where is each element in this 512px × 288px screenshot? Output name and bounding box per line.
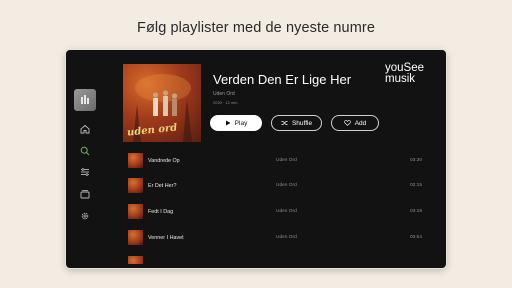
add-label: Add — [354, 119, 367, 127]
track-thumbnail — [128, 153, 143, 168]
track-row[interactable]: Venner I Havet Uden Ord 03:54 — [104, 230, 446, 248]
heart-icon — [343, 120, 351, 126]
track-row-partial[interactable] — [104, 256, 446, 264]
track-thumbnail — [128, 230, 143, 245]
bars-icon — [81, 95, 89, 104]
home-icon[interactable] — [79, 123, 91, 135]
track-artist: Uden Ord — [276, 158, 297, 163]
track-name: Venner I Havet — [148, 235, 184, 241]
track-name: Fedt I Dag — [148, 209, 174, 215]
track-duration: 03:30 — [410, 158, 423, 163]
track-thumbnail — [128, 204, 143, 219]
sidebar — [66, 50, 104, 268]
shuffle-label: Shuffle — [291, 119, 313, 127]
play-icon — [225, 120, 231, 126]
play-label: Play — [234, 119, 248, 127]
brand-logo: youSee musik — [385, 62, 424, 85]
album-artist: Uden Ord — [213, 91, 235, 97]
track-row[interactable]: Fedt I Dag Uden Ord 03:18 — [104, 204, 446, 222]
track-row[interactable]: Er Det Her? Uden Ord 02:15 — [104, 178, 446, 196]
track-artist: Uden Ord — [276, 209, 297, 214]
track-name: Vandrede Op — [148, 158, 180, 164]
play-button[interactable]: Play — [210, 115, 262, 131]
track-thumbnail — [128, 178, 143, 193]
track-thumbnail — [128, 256, 143, 264]
track-artist: Uden Ord — [276, 235, 297, 240]
library-icon[interactable] — [79, 188, 91, 200]
track-row[interactable]: Vandrede Op Uden Ord 03:30 — [104, 153, 446, 171]
profile-avatar[interactable] — [74, 89, 96, 111]
search-icon[interactable] — [79, 145, 91, 157]
album-cover: uden ord — [123, 64, 201, 142]
track-name: Er Det Her? — [148, 183, 177, 189]
track-artist: Uden Ord — [276, 183, 297, 188]
main-content: uden ord Verden Den Er Lige Her Uden Ord… — [104, 50, 446, 268]
track-duration: 03:18 — [410, 209, 423, 214]
album-meta: 2020 · 12 min — [213, 100, 238, 105]
page-headline: Følg playlister med de nyeste numre — [136, 20, 375, 36]
track-duration: 02:15 — [410, 183, 423, 188]
settings-icon[interactable] — [79, 210, 91, 222]
track-duration: 03:54 — [410, 235, 423, 240]
shuffle-icon — [281, 121, 288, 125]
tv-screen: uden ord Verden Den Er Lige Her Uden Ord… — [66, 50, 446, 268]
album-title: Verden Den Er Lige Her — [213, 72, 352, 87]
add-button[interactable]: Add — [331, 115, 379, 131]
shuffle-button[interactable]: Shuffle — [271, 115, 322, 131]
brand-line-2: musik — [385, 73, 416, 85]
filter-icon[interactable] — [79, 166, 91, 178]
